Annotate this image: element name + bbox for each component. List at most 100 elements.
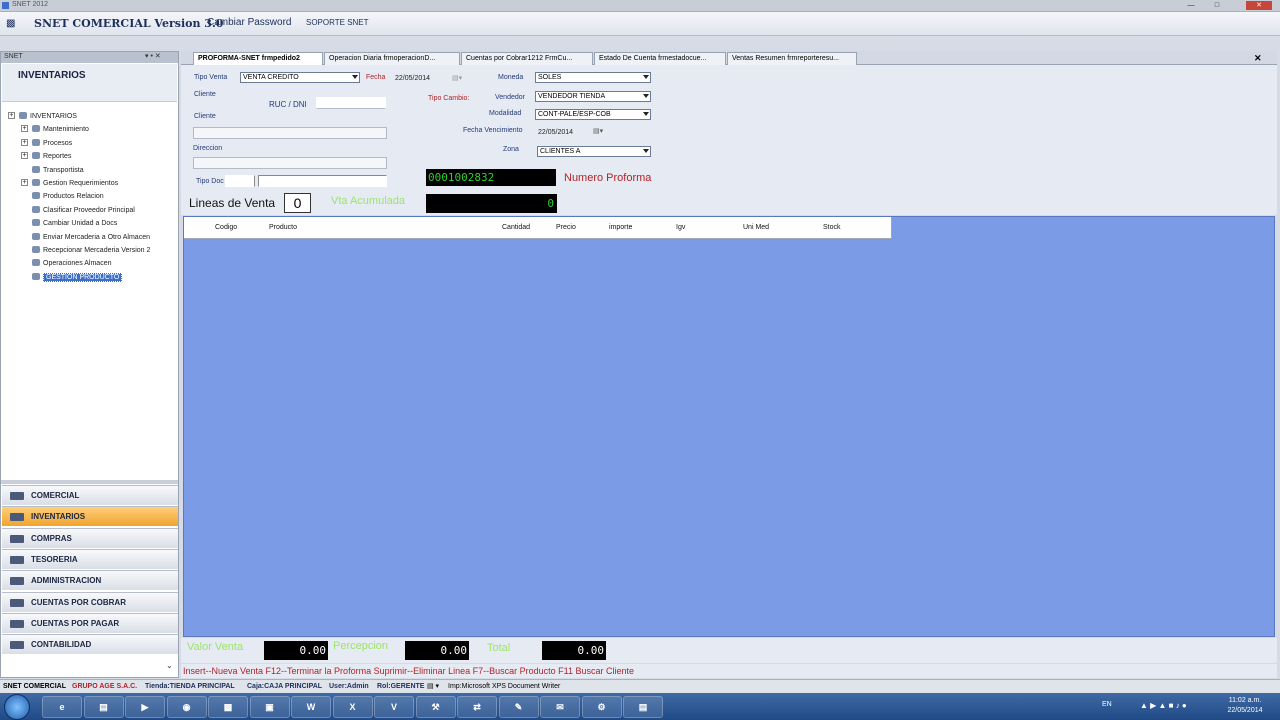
tree-item[interactable]: Enviar Mercaderia a Otro Almacen [32,232,150,241]
zona-select[interactable]: CLIENTES A [537,146,651,157]
expand-icon[interactable]: + [21,138,28,146]
mail-icon[interactable]: ✉ [540,696,580,718]
tree-item[interactable]: + Mantenimiento [21,125,89,133]
ruc-label: RUC / DNI [269,100,307,109]
zona-value: CLIENTES A [540,148,581,155]
tree-item[interactable]: Transportista [32,165,84,174]
expand-icon[interactable]: + [8,112,15,119]
column-header[interactable]: Uni Med [743,224,769,231]
nav-button-administracion[interactable]: ADMINISTRACION [2,570,178,591]
proforma-form: Tipo Venta VENTA CREDITO Fecha 22/05/201… [181,65,1277,215]
folder-icon[interactable]: ▤ [623,696,663,718]
module-title: INVENTARIOS [18,70,86,81]
splitter[interactable] [1,480,178,484]
lineas-venta-count: 0 [284,193,311,213]
vendedor-label: Vendedor [495,94,525,101]
tree-item[interactable]: Clasificar Proveedor Principal [32,205,135,214]
valor-venta-value: 0.00 [264,641,328,660]
teamviewer-icon[interactable]: ⇄ [457,696,497,718]
proforma-number: 0001002832 [426,169,556,186]
direccion-input[interactable] [193,157,387,169]
ie-icon[interactable]: e [42,696,82,718]
explorer-icon[interactable]: ▤ [83,696,124,718]
tool2-icon[interactable]: ⚙ [581,696,622,718]
nav-button-comercial[interactable]: COMERCIAL [2,485,178,505]
maximize-button[interactable]: □ [1208,1,1226,10]
keyboard-shortcuts-hint: Insert--Nueva Venta F12--Terminar la Pro… [181,664,1277,678]
tools-icon[interactable]: ⚒ [415,696,456,718]
vendedor-select[interactable]: VENDEDOR TIENDA [535,91,651,102]
folder-icon [32,165,40,173]
chart-icon[interactable]: ▩ [6,18,15,29]
tree-item[interactable]: + Procesos [21,138,72,147]
tray-icons[interactable]: ▲ ▶ ▲ ■ ♪ ● [1140,701,1187,710]
fecha-value[interactable]: 22/05/2014 [395,75,430,82]
support-menu[interactable]: SOPORTE SNET [306,18,369,27]
visual-studio-icon[interactable]: V [374,696,414,718]
column-header[interactable]: Producto [269,224,297,231]
column-header[interactable]: Stock [823,224,841,231]
tree-item-label: INVENTARIOS [30,113,77,120]
cliente-input[interactable] [193,127,387,139]
expand-icon[interactable]: + [21,179,28,186]
nav-button-inventarios[interactable]: INVENTARIOS [2,506,178,527]
tree-item[interactable]: GESTION PRODUCTO [32,272,123,282]
column-header[interactable]: importe [609,224,632,231]
tipo-venta-select[interactable]: VENTA CREDITO [240,72,360,83]
column-header[interactable]: Igv [676,224,685,231]
change-password-menu[interactable]: Cambiar Password [207,17,291,28]
expand-icon[interactable]: + [21,125,28,133]
app-icon[interactable]: ▩ [208,696,248,718]
calendar-icon[interactable]: ▤▾ [452,74,462,82]
ruc-input[interactable] [316,97,386,109]
minimize-button[interactable]: — [1182,1,1200,10]
tree-item[interactable]: + Reportes [21,152,72,161]
tab-2[interactable]: Operacion Diaria frmoperacionD... [324,52,460,65]
nav-button-tesoreria[interactable]: TESORERIA [2,548,178,569]
word-icon[interactable]: W [291,696,331,718]
tree-item[interactable]: Operaciones Almacen [32,259,111,267]
tab-4[interactable]: Estado De Cuenta frmestadocue... [594,52,726,65]
column-header[interactable]: Codigo [215,224,237,231]
clock-date[interactable]: 22/05/2014 [1223,707,1267,714]
chrome-icon[interactable]: ◉ [166,696,207,718]
language-indicator[interactable]: EN [1102,701,1112,708]
excel-icon[interactable]: X [332,696,373,718]
tree-item[interactable]: + INVENTARIOS [8,112,77,120]
vendedor-value: VENDEDOR TIENDA [538,93,606,100]
moneda-select[interactable]: SOLES [535,72,651,83]
tree-item[interactable]: Cambiar Unidad a Docs [32,219,117,227]
product-grid[interactable]: Codigo Producto Cantidad Precio importe Igv Un… [183,216,1275,637]
tree-item[interactable]: + Gestion Requerimientos [21,179,118,187]
notepad-icon[interactable]: ✎ [498,696,539,718]
column-header[interactable]: Precio [556,224,576,231]
tipo-doc-number-input[interactable] [258,175,387,187]
tab-5[interactable]: Ventas Resumen frmreporteresu... [727,52,857,65]
pin-icon[interactable]: ▾ • ✕ [145,52,161,60]
network-icon[interactable]: ▣ [249,696,290,718]
column-header[interactable]: Cantidad [502,224,530,231]
tipo-doc-input[interactable] [225,175,255,187]
clock-time[interactable]: 11:02 a.m. [1225,697,1265,704]
nav-button-cuentas-por-pagar[interactable]: CUENTAS POR PAGAR [2,612,178,633]
app-title-menu[interactable]: SNET COMERCIAL Version 3.0 [34,17,223,30]
nav-button-compras[interactable]: COMPRAS [2,527,178,548]
close-tab-icon[interactable]: ✕ [1254,53,1262,64]
chevron-down-icon[interactable]: ⌄ [166,661,173,670]
calendar-icon[interactable]: ▤▾ [593,127,603,135]
tree-item[interactable]: Recepcionar Mercaderia Version 2 [32,246,150,254]
close-button[interactable]: ✕ [1246,1,1272,10]
fecha-vencimiento-value[interactable]: 22/05/2014 [538,129,573,136]
nav-button-contabilidad[interactable]: CONTABILIDAD [2,634,178,655]
modalidad-select[interactable]: CONT-PALE/ESP-COB [535,109,651,120]
tab-1[interactable]: PROFORMA-SNET frmpedido2 [193,52,323,65]
start-button[interactable] [4,694,30,720]
document-tabs: PROFORMA-SNET frmpedido2 Operacion Diaria… [181,51,1277,65]
tab-3[interactable]: Cuentas por Cobrar1212 FrmCu... [461,52,593,65]
tree-item-label: Reportes [43,153,72,161]
tree-item[interactable]: Productos Relacion [32,192,104,200]
media-icon[interactable]: ▶ [125,696,165,718]
printer-icon[interactable]: ▤ ▾ [427,680,439,693]
expand-icon[interactable]: + [21,152,28,160]
nav-button-cuentas-por-cobrar[interactable]: CUENTAS POR COBRAR [2,591,178,612]
